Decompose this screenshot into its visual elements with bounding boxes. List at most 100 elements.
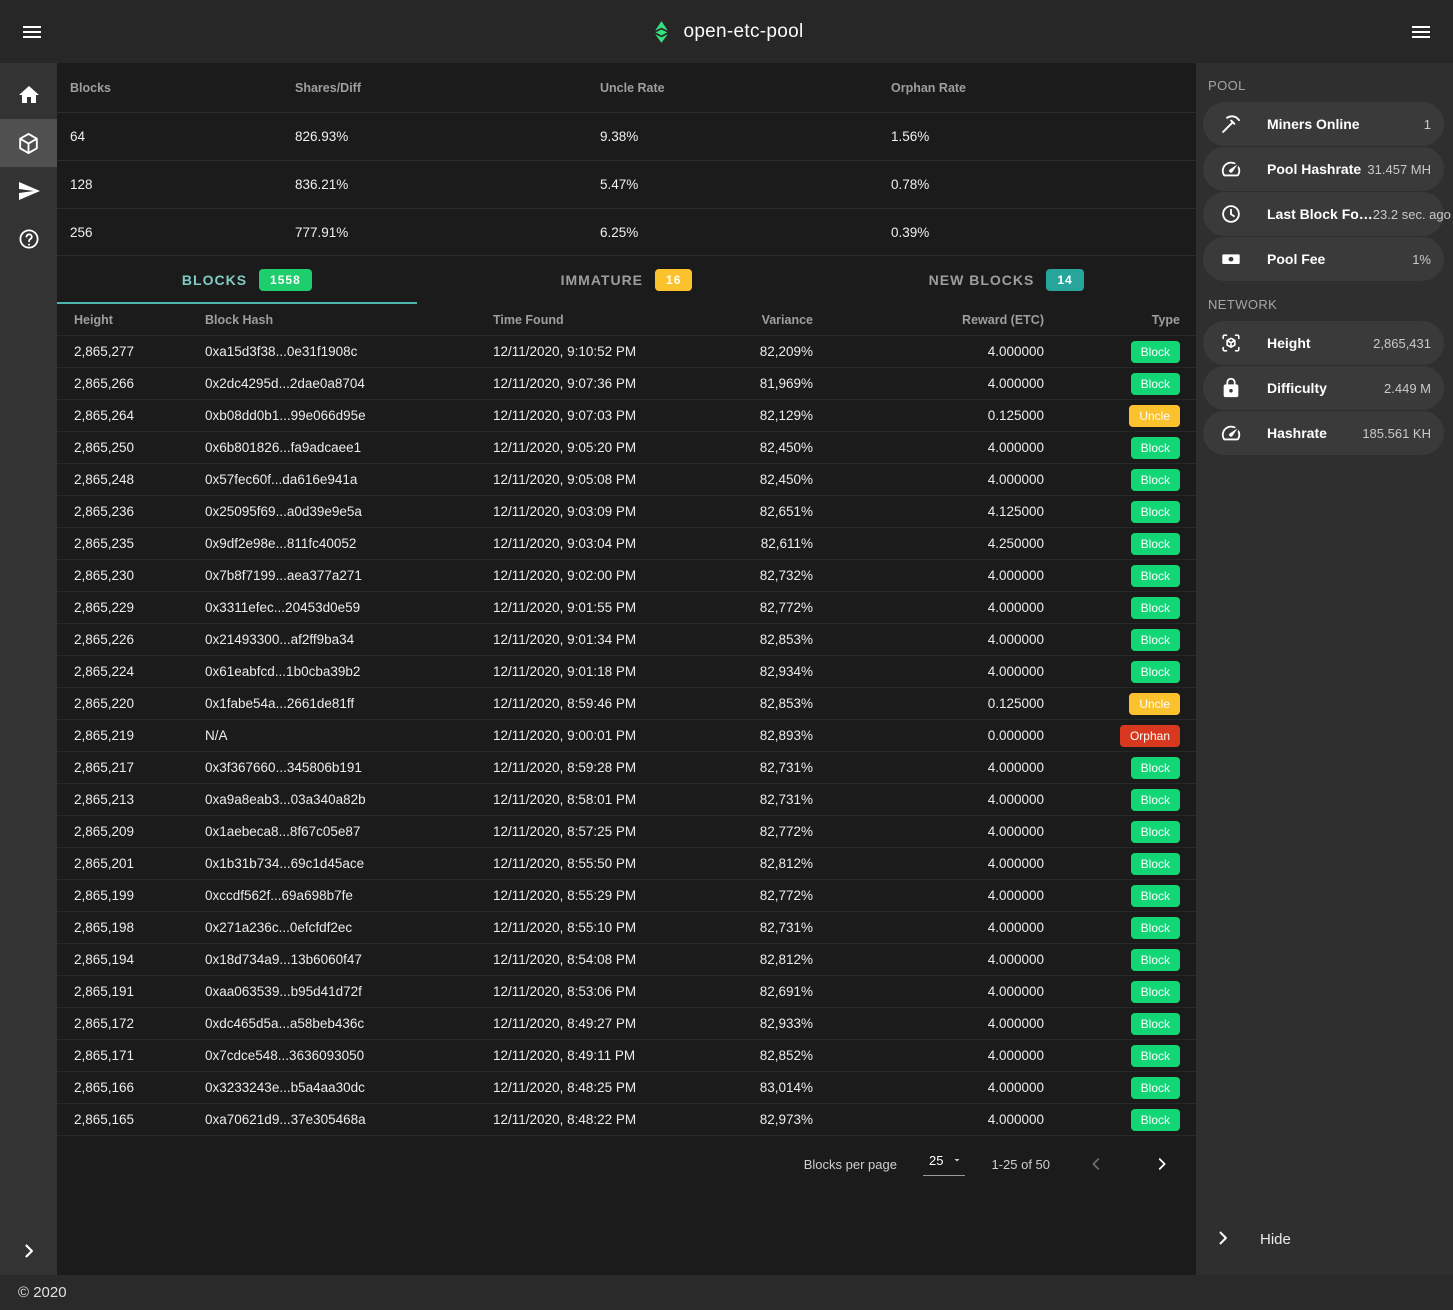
cell-time-found: 12/11/2020, 8:55:10 PM (493, 920, 758, 935)
cell-time-found: 12/11/2020, 9:01:34 PM (493, 632, 758, 647)
sidebar-item-home[interactable] (0, 71, 57, 119)
cell-type: Block (1044, 789, 1196, 811)
type-badge: Block (1131, 661, 1180, 683)
cell-type: Block (1044, 1077, 1196, 1099)
cell-reward: 4.000000 (813, 344, 1044, 359)
stat-label: Height (1267, 335, 1311, 351)
tab-immature[interactable]: IMMATURE 16 (437, 256, 817, 304)
hide-panel-button[interactable]: Hide (1196, 1215, 1453, 1263)
stat-cell-orphan-rate: 0.39% (891, 225, 1196, 240)
stats-table-body: 64 826.93% 9.38% 1.56% 128 836.21% 5.47%… (57, 112, 1196, 256)
cell-block-hash: 0x1b31b734...69c1d45ace (205, 856, 493, 871)
table-row: 2,865,219 N/A 12/11/2020, 9:00:01 PM 82,… (57, 720, 1196, 752)
network-stat-height: Height 2,865,431 (1203, 321, 1444, 365)
cell-time-found: 12/11/2020, 8:59:28 PM (493, 760, 758, 775)
cell-height: 2,865,199 (57, 888, 205, 903)
pool-section-title: POOL (1196, 63, 1453, 102)
stat-cell-blocks: 256 (57, 225, 295, 240)
type-badge: Orphan (1120, 725, 1180, 747)
cell-variance: 82,651% (758, 504, 813, 519)
home-icon (17, 83, 41, 107)
chevron-right-icon (1153, 1155, 1171, 1173)
cell-reward: 4.000000 (813, 824, 1044, 839)
cell-height: 2,865,217 (57, 760, 205, 775)
cell-variance: 83,014% (758, 1080, 813, 1095)
sidebar-item-blocks[interactable] (0, 119, 57, 167)
table-row: 2,865,248 0x57fec60f...da616e941a 12/11/… (57, 464, 1196, 496)
cell-block-hash: 0xaa063539...b95d41d72f (205, 984, 493, 999)
table-row: 2,865,165 0xa70621d9...37e305468a 12/11/… (57, 1104, 1196, 1136)
cell-time-found: 12/11/2020, 8:49:27 PM (493, 1016, 758, 1031)
cell-block-hash: 0x61eabfcd...1b0cba39b2 (205, 664, 493, 679)
right-sidebar: POOL Miners Online 1 Pool Hashrate 31.45… (1196, 63, 1453, 1275)
page-title: open-etc-pool (683, 21, 803, 43)
cell-block-hash: 0x21493300...af2ff9ba34 (205, 632, 493, 647)
cell-reward: 4.000000 (813, 664, 1044, 679)
type-badge: Block (1131, 1077, 1180, 1099)
cell-time-found: 12/11/2020, 8:55:50 PM (493, 856, 758, 871)
cell-reward: 4.000000 (813, 632, 1044, 647)
stat-value: 1 (1424, 117, 1431, 132)
type-badge: Block (1131, 757, 1180, 779)
blocks-table-header: Height Block Hash Time Found Variance Re… (57, 304, 1196, 336)
brand: open-etc-pool (649, 0, 803, 63)
sidebar-item-help[interactable] (0, 215, 57, 263)
type-badge: Uncle (1129, 405, 1180, 427)
cell-block-hash: 0x9df2e98e...811fc40052 (205, 536, 493, 551)
cell-height: 2,865,250 (57, 440, 205, 455)
cell-type: Uncle (1044, 405, 1196, 427)
cell-variance: 82,853% (758, 632, 813, 647)
cell-block-hash: 0xdc465d5a...a58beb436c (205, 1016, 493, 1031)
cell-block-hash: 0x271a236c...0efcfdf2ec (205, 920, 493, 935)
stats-table-row: 64 826.93% 9.38% 1.56% (57, 112, 1196, 160)
cell-type: Block (1044, 533, 1196, 555)
cell-type: Block (1044, 629, 1196, 651)
per-page-select[interactable]: 25 (923, 1153, 965, 1176)
cell-block-hash: 0xb08dd0b1...99e066d95e (205, 408, 493, 423)
cell-block-hash: 0xccdf562f...69a698b7fe (205, 888, 493, 903)
tab-new-blocks[interactable]: NEW BLOCKS 14 (816, 256, 1196, 304)
sidebar-item-payments[interactable] (0, 167, 57, 215)
cell-reward: 4.000000 (813, 792, 1044, 807)
stat-cell-orphan-rate: 0.78% (891, 177, 1196, 192)
cell-time-found: 12/11/2020, 8:48:22 PM (493, 1112, 758, 1127)
right-menu-icon[interactable] (1397, 8, 1445, 56)
page-range: 1-25 of 50 (991, 1157, 1050, 1172)
table-row: 2,865,194 0x18d734a9...13b6060f47 12/11/… (57, 944, 1196, 976)
cell-height: 2,865,248 (57, 472, 205, 487)
table-row: 2,865,229 0x3311efec...20453d0e59 12/11/… (57, 592, 1196, 624)
cell-height: 2,865,219 (57, 728, 205, 743)
cell-type: Block (1044, 469, 1196, 491)
type-badge: Block (1131, 501, 1180, 523)
pickaxe-icon (1220, 113, 1242, 135)
table-row: 2,865,250 0x6b801826...fa9adcaee1 12/11/… (57, 432, 1196, 464)
sidebar-expand-button[interactable] (0, 1227, 57, 1275)
cell-variance: 82,933% (758, 1016, 813, 1031)
cell-type: Block (1044, 1109, 1196, 1131)
cell-variance: 82,772% (758, 600, 813, 615)
cell-reward: 4.000000 (813, 952, 1044, 967)
tab-blocks[interactable]: BLOCKS 1558 (57, 256, 437, 304)
paginator: Blocks per page 25 1-25 of 50 (57, 1136, 1196, 1192)
next-page-button[interactable] (1142, 1144, 1182, 1184)
cell-reward: 0.000000 (813, 728, 1044, 743)
table-row: 2,865,235 0x9df2e98e...811fc40052 12/11/… (57, 528, 1196, 560)
cell-reward: 4.000000 (813, 920, 1044, 935)
type-badge: Block (1131, 341, 1180, 363)
main-content: Blocks Shares/Diff Uncle Rate Orphan Rat… (57, 63, 1196, 1275)
cell-height: 2,865,266 (57, 376, 205, 391)
menu-icon[interactable] (8, 8, 56, 56)
cell-height: 2,865,194 (57, 952, 205, 967)
cell-block-hash: 0x1aebeca8...8f67c05e87 (205, 824, 493, 839)
cell-variance: 82,209% (758, 344, 813, 359)
blocks-table-body: 2,865,277 0xa15d3f38...0e31f1908c 12/11/… (57, 336, 1196, 1136)
cell-reward: 4.000000 (813, 1048, 1044, 1063)
stat-cell-uncle-rate: 9.38% (600, 129, 891, 144)
cell-time-found: 12/11/2020, 9:00:01 PM (493, 728, 758, 743)
cell-reward: 4.000000 (813, 984, 1044, 999)
cell-type: Block (1044, 949, 1196, 971)
column-header: Variance (758, 313, 813, 327)
prev-page-button[interactable] (1076, 1144, 1116, 1184)
column-header: Type (1044, 313, 1196, 327)
cell-time-found: 12/11/2020, 9:02:00 PM (493, 568, 758, 583)
